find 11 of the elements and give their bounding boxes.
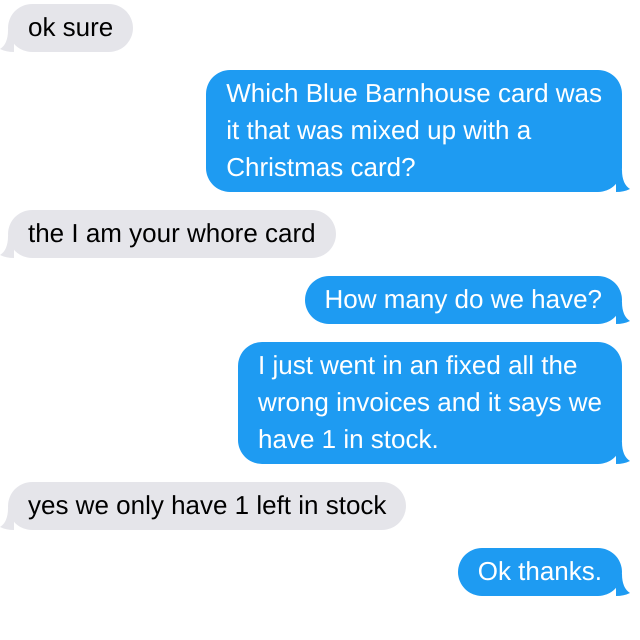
message-bubble: Which Blue Barnhouse card was it that was mixed up with a Christmas card? [206, 70, 622, 192]
message-bubble: Ok thanks. [458, 548, 622, 596]
bubble-tail [616, 170, 630, 192]
bubble-tail [616, 302, 630, 324]
bubble-tail [616, 442, 630, 464]
message-bubble: ok sure [8, 4, 134, 52]
message-bubble: How many do we have? [304, 276, 622, 324]
message-bubble: I just went in an fixed all the wrong invoices and it says we have 1 in stock. [238, 342, 622, 464]
message-bubble: the I am your whore card [8, 210, 336, 258]
message-bubble: yes we only have 1 left in stock [8, 482, 406, 530]
bubble-tail [616, 574, 630, 596]
